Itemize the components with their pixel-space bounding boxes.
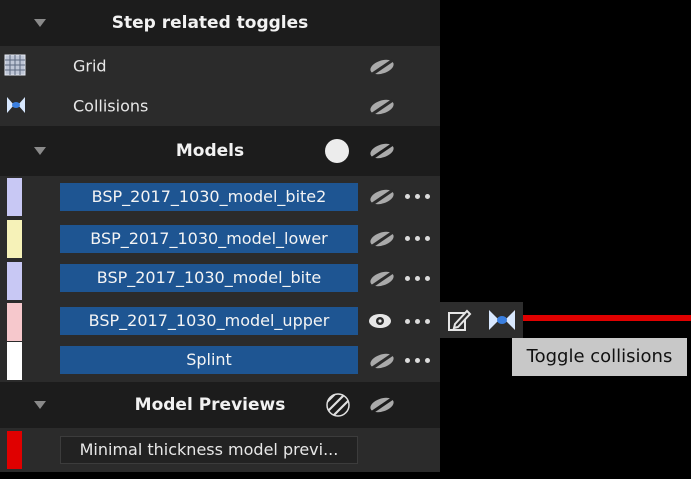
grid-label: Grid: [73, 56, 107, 76]
more-options-icon[interactable]: [405, 234, 437, 244]
model-name-button[interactable]: Splint: [60, 346, 358, 374]
model-row: BSP_2017_1030_model_upper: [0, 302, 440, 342]
model-actions-popout: [440, 302, 523, 338]
layers-panel: Step related toggles Grid Collisions Mod…: [0, 0, 440, 472]
more-options-icon[interactable]: [405, 317, 437, 327]
hatched-circle-icon[interactable]: [326, 393, 350, 421]
hidden-eye-icon[interactable]: [367, 269, 397, 289]
model-name-button[interactable]: BSP_2017_1030_model_upper: [60, 307, 358, 335]
collapse-arrow-icon[interactable]: [34, 19, 46, 27]
hidden-eye-icon[interactable]: [367, 97, 397, 117]
collision-indicator-line: [523, 315, 691, 321]
more-options-icon[interactable]: [405, 192, 437, 202]
color-swatch[interactable]: [7, 431, 22, 469]
color-swatch[interactable]: [7, 303, 22, 341]
more-options-icon[interactable]: [405, 274, 437, 284]
color-swatch[interactable]: [7, 178, 22, 216]
model-name-button[interactable]: BSP_2017_1030_model_bite2: [60, 183, 358, 211]
tooltip: Toggle collisions: [512, 338, 687, 376]
more-options-icon[interactable]: [405, 356, 437, 366]
collapse-arrow-icon[interactable]: [34, 401, 46, 409]
collisions-toggle-row[interactable]: Collisions: [0, 86, 440, 126]
color-swatch[interactable]: [7, 342, 22, 380]
toggle-collisions-icon[interactable]: [488, 309, 516, 335]
collapse-arrow-icon[interactable]: [34, 147, 46, 155]
preview-row: Minimal thickness model previ...: [0, 428, 440, 472]
collisions-label: Collisions: [73, 96, 149, 116]
panel-bottom-edge: [0, 472, 440, 479]
hidden-eye-icon[interactable]: [367, 141, 397, 161]
eye-visible-icon[interactable]: [368, 313, 392, 333]
model-row: BSP_2017_1030_model_bite2: [0, 176, 440, 218]
model-previews-header[interactable]: Model Previews: [0, 382, 440, 428]
grid-icon: [4, 54, 26, 80]
hidden-eye-icon[interactable]: [367, 351, 397, 371]
collision-icon: [6, 96, 26, 118]
model-name-button[interactable]: BSP_2017_1030_model_bite: [60, 264, 358, 292]
model-row: Splint: [0, 342, 440, 382]
section-title: Step related toggles: [111, 13, 309, 33]
preview-name-field[interactable]: Minimal thickness model previ...: [60, 436, 358, 464]
model-row: BSP_2017_1030_model_bite: [0, 260, 440, 302]
model-row: BSP_2017_1030_model_lower: [0, 218, 440, 260]
color-swatch[interactable]: [7, 262, 22, 300]
section-title: Model Previews: [134, 395, 286, 415]
color-swatch[interactable]: [7, 220, 22, 258]
models-header[interactable]: Models: [0, 126, 440, 176]
hidden-eye-icon[interactable]: [367, 229, 397, 249]
solid-circle-icon[interactable]: [325, 139, 349, 163]
model-name-button[interactable]: BSP_2017_1030_model_lower: [60, 225, 358, 253]
section-title: Models: [175, 141, 245, 161]
hidden-eye-icon[interactable]: [367, 395, 397, 415]
hidden-eye-icon[interactable]: [367, 57, 397, 77]
edit-icon[interactable]: [446, 307, 472, 337]
hidden-eye-icon[interactable]: [367, 187, 397, 207]
grid-toggle-row[interactable]: Grid: [0, 46, 440, 86]
step-toggles-header[interactable]: Step related toggles: [0, 0, 440, 46]
